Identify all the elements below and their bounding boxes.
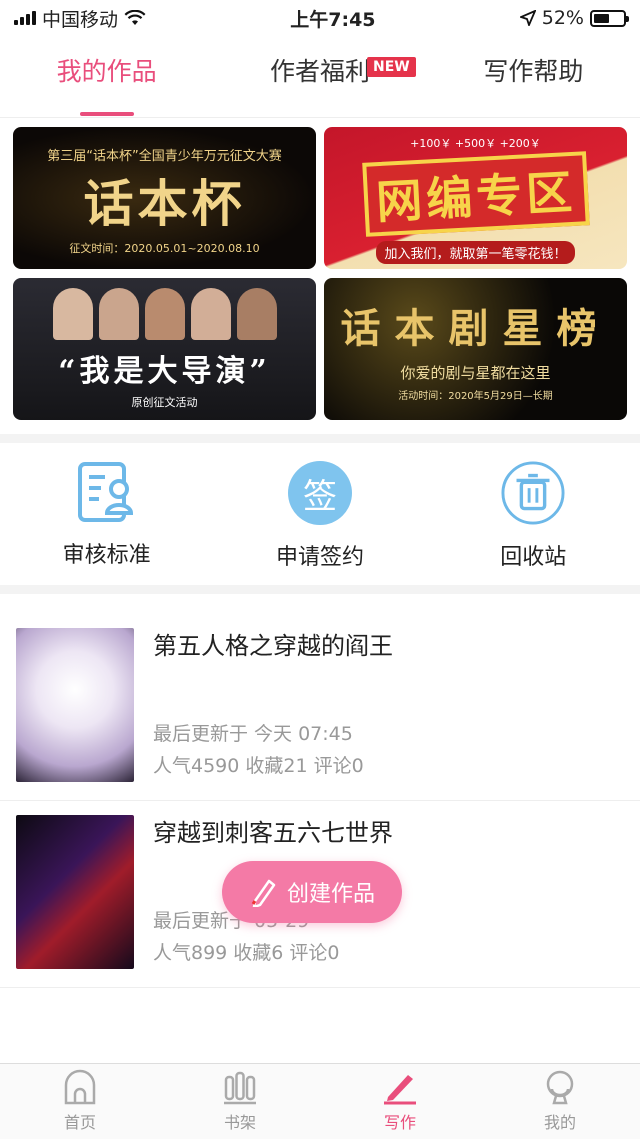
battery-icon (589, 9, 629, 27)
work-stats: 人气4590 收藏21 评论0 (153, 755, 364, 777)
pencil-icon (251, 879, 276, 907)
banner-grid: 第三届“话本杯”全国青少年万元征文大赛 话本杯 征文时间：2020.05.01~… (0, 118, 640, 434)
nav-home[interactable]: 首页 (0, 1064, 160, 1139)
sign-glyph: 签 (287, 461, 352, 525)
banner-subtitle: 加入我们，就取第一笔零花钱！ (376, 240, 575, 264)
banner-huaben-cup[interactable]: 第三届“话本杯”全国青少年万元征文大赛 话本杯 征文时间：2020.05.01~… (13, 127, 316, 269)
nav-label: 书架 (223, 1113, 256, 1132)
banner-note: 征文时间：2020.05.01~2020.08.10 (69, 241, 260, 255)
banner-note: +100￥ +500￥ +200￥ (410, 136, 541, 150)
review-standard-button[interactable]: 审核标准 (27, 461, 187, 568)
sign-contract-icon: 签 (287, 461, 352, 525)
work-cover-image (16, 815, 134, 969)
tab-label: 我的作品 (56, 56, 157, 86)
work-cover-image (16, 628, 134, 782)
nav-writing[interactable]: 写作 (320, 1064, 480, 1139)
work-item[interactable]: 第五人格之穿越的阎王 最后更新于 今天 07:45 人气4590 收藏21 评论… (0, 614, 640, 801)
works-list: 第五人格之穿越的阎王 最后更新于 今天 07:45 人气4590 收藏21 评论… (0, 594, 640, 988)
location-icon (519, 10, 536, 26)
top-tabs: 我的作品 作者福利 NEW 写作帮助 (0, 36, 640, 118)
signal-icon (14, 11, 36, 25)
banner-title: 网编专区 (361, 150, 590, 237)
work-title: 穿越到刺客五六七世界 (153, 819, 393, 847)
review-standard-icon (75, 461, 139, 523)
tab-author-benefits[interactable]: 作者福利 NEW (213, 36, 426, 118)
sign-contract-button[interactable]: 签 申请签约 (240, 461, 400, 570)
status-bar: 中国移动 上午7:45 52% (0, 0, 640, 36)
work-updated: 最后更新于 今天 07:45 (153, 723, 353, 745)
section-divider (0, 434, 640, 443)
banner-director[interactable]: “我是大导演” 原创征文活动 (13, 278, 316, 420)
battery-percent: 52% (541, 7, 584, 29)
banner-title: 话本剧星榜 (340, 305, 611, 352)
action-label: 回收站 (500, 545, 567, 570)
action-label: 审核标准 (62, 543, 151, 568)
bottom-nav: 首页 书架 写作 我的 (0, 1063, 640, 1139)
profile-icon (546, 1070, 574, 1105)
recycle-bin-button[interactable]: 回收站 (453, 461, 613, 570)
quick-actions: 审核标准 签 申请签约 回收站 (0, 443, 640, 585)
banner-subtitle: 第三届“话本杯”全国青少年万元征文大赛 (47, 148, 282, 164)
carrier-label: 中国移动 (42, 8, 119, 31)
nav-profile[interactable]: 我的 (480, 1064, 640, 1139)
nav-label: 写作 (383, 1113, 416, 1132)
create-work-label: 创建作品 (286, 882, 375, 907)
bookshelf-icon (224, 1071, 256, 1105)
pen-icon (384, 1075, 416, 1105)
action-label: 申请签约 (275, 545, 364, 570)
tab-my-works[interactable]: 我的作品 (0, 36, 213, 118)
nav-label: 我的 (543, 1113, 576, 1132)
tab-label: 作者福利 (269, 56, 370, 86)
banner-drama-stars[interactable]: 话本剧星榜 你爱的剧与星都在这里 活动时间：2020年5月29日—长期 (324, 278, 627, 420)
banner-title: 话本杯 (83, 173, 246, 233)
home-icon (64, 1069, 96, 1105)
banner-editor-zone[interactable]: +100￥ +500￥ +200￥ 网编专区 加入我们，就取第一笔零花钱！ (324, 127, 627, 269)
banner-title: “我是大导演” (58, 354, 271, 389)
banner-subtitle: 你爱的剧与星都在这里 (400, 364, 551, 382)
banner-subtitle: 原创征文活动 (131, 396, 198, 409)
banner-note: 活动时间：2020年5月29日—长期 (398, 391, 553, 402)
work-stats: 人气899 收藏6 评论0 (153, 942, 340, 964)
section-divider (0, 585, 640, 594)
tab-writing-help[interactable]: 写作帮助 (427, 36, 640, 118)
wifi-icon (124, 10, 146, 25)
nav-label: 首页 (63, 1113, 96, 1132)
tab-label: 写作帮助 (483, 56, 584, 86)
new-badge: NEW (366, 56, 416, 77)
nav-bookshelf[interactable]: 书架 (160, 1064, 320, 1139)
trash-icon (501, 461, 565, 525)
cast-photos (52, 288, 277, 340)
work-title: 第五人格之穿越的阎王 (153, 632, 393, 660)
clock: 上午7:45 (290, 8, 376, 31)
create-work-button[interactable]: 创建作品 (222, 861, 402, 923)
